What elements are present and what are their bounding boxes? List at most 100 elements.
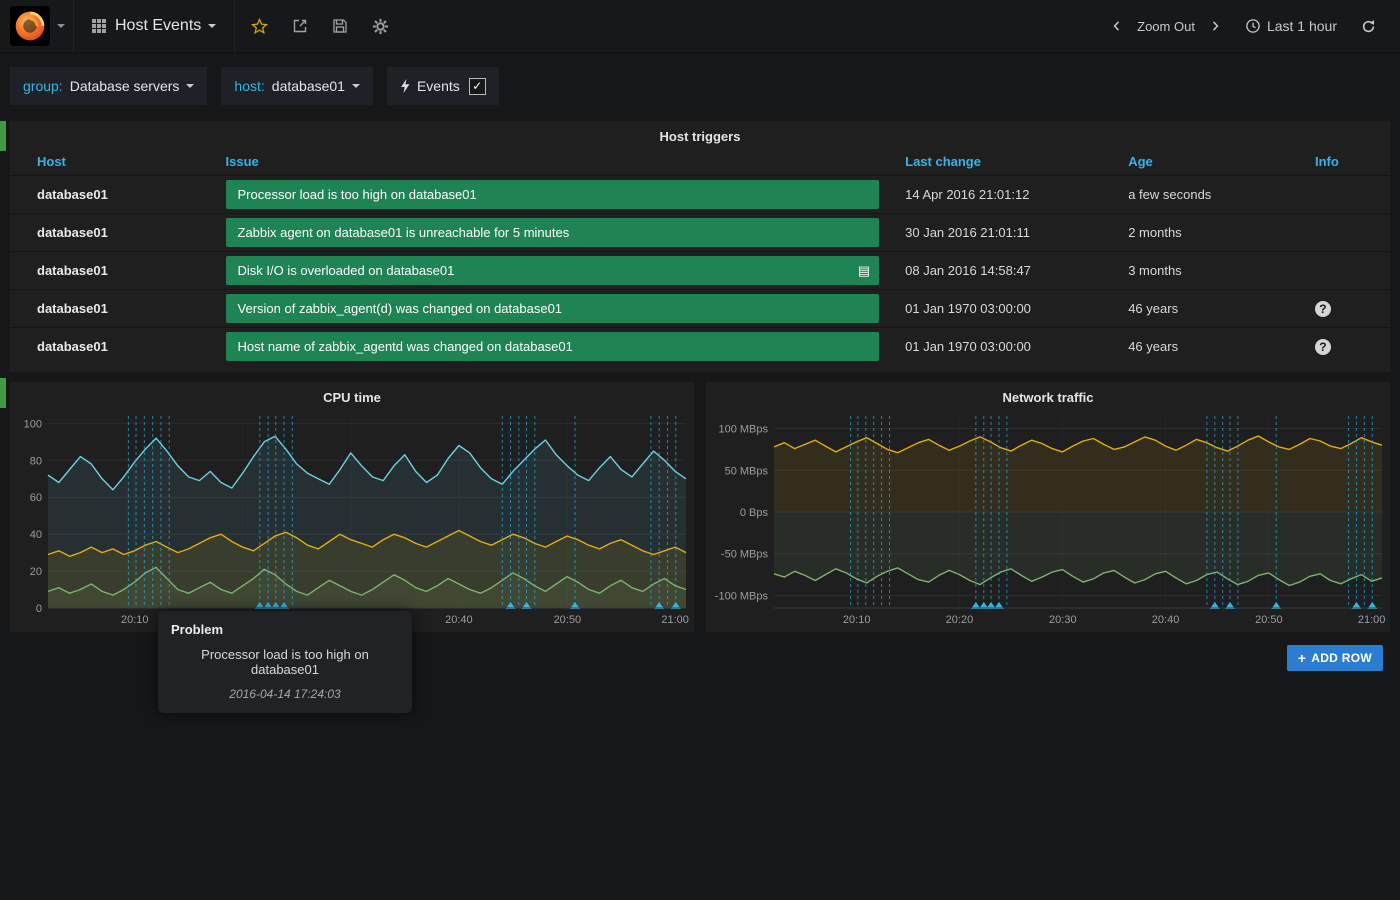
grafana-flame-icon — [13, 9, 47, 43]
last-change-cell: 14 Apr 2016 21:01:12 — [897, 176, 1120, 214]
svg-text:20:30: 20:30 — [1049, 614, 1077, 626]
issue-badge[interactable]: Host name of zabbix_agentd was changed o… — [226, 332, 880, 361]
help-icon[interactable]: ? — [1315, 339, 1331, 355]
column-header-info[interactable]: Info — [1307, 147, 1390, 176]
svg-text:20:50: 20:50 — [554, 614, 582, 626]
issue-cell: Disk I/O is overloaded on database01▤ — [218, 252, 898, 290]
host-label: host: — [234, 78, 264, 94]
time-back-button[interactable] — [1099, 0, 1135, 53]
issue-badge[interactable]: Version of zabbix_agent(d) was changed o… — [226, 294, 880, 323]
svg-text:21:00: 21:00 — [1358, 614, 1386, 626]
share-icon — [292, 18, 308, 34]
bolt-icon — [400, 79, 411, 94]
svg-text:20:40: 20:40 — [445, 614, 473, 626]
star-icon — [251, 18, 268, 35]
network-traffic-chart[interactable]: 20:1020:2020:3020:4020:5021:00100 MBps50… — [706, 408, 1390, 628]
events-checkbox[interactable]: ✓ — [469, 78, 486, 95]
last-change-cell: 08 Jan 2016 14:58:47 — [897, 252, 1120, 290]
issue-cell: Zabbix agent on database01 is unreachabl… — [218, 214, 898, 252]
tooltip-message: Processor load is too high on database01 — [171, 647, 399, 677]
svg-text:0: 0 — [36, 603, 42, 615]
time-forward-button[interactable] — [1197, 0, 1233, 53]
help-icon[interactable]: ? — [1315, 301, 1331, 317]
add-row-label: ADD ROW — [1311, 651, 1372, 665]
issue-badge[interactable]: Zabbix agent on database01 is unreachabl… — [226, 218, 880, 247]
refresh-button[interactable] — [1349, 0, 1388, 53]
issue-badge[interactable]: Disk I/O is overloaded on database01▤ — [226, 256, 880, 285]
issue-badge[interactable]: Processor load is too high on database01 — [226, 180, 880, 209]
column-header-issue[interactable]: Issue — [218, 147, 898, 176]
annotation-tooltip: Problem Processor load is too high on da… — [158, 611, 412, 713]
gear-icon — [372, 18, 389, 35]
column-header-host[interactable]: Host — [10, 147, 218, 176]
svg-text:50 MBps: 50 MBps — [725, 465, 769, 477]
row-control-handle[interactable] — [0, 378, 6, 408]
charts-row: CPU time 20:1020:2020:3020:4020:5021:000… — [10, 382, 1390, 632]
trigger-row: database01 Host name of zabbix_agentd was… — [10, 328, 1390, 366]
trigger-row: database01 Zabbix agent on database01 is … — [10, 214, 1390, 252]
settings-button[interactable] — [360, 0, 401, 53]
top-navbar: Host Events — [0, 0, 1400, 53]
submenu: group: Database servers host: database01… — [0, 53, 1400, 105]
grafana-menu-button[interactable] — [0, 0, 73, 53]
time-range-button[interactable]: Last 1 hour — [1233, 18, 1349, 34]
events-toggle[interactable]: Events ✓ — [387, 67, 499, 105]
row-control-handle[interactable] — [0, 121, 6, 151]
host-variable-dropdown[interactable]: host: database01 — [221, 67, 373, 105]
events-label: Events — [417, 78, 460, 94]
host-cell: database01 — [10, 214, 218, 252]
grafana-logo — [10, 6, 50, 46]
zoom-out-button[interactable]: Zoom Out — [1135, 19, 1197, 34]
trigger-row: database01 Processor load is too high on … — [10, 176, 1390, 214]
svg-text:40: 40 — [30, 529, 42, 541]
chevron-right-icon — [1209, 19, 1221, 33]
svg-text:21:00: 21:00 — [661, 614, 689, 626]
panel-title[interactable]: Host triggers — [10, 121, 1390, 147]
trigger-row: database01Disk I/O is overloaded on data… — [10, 252, 1390, 290]
age-cell: 46 years — [1120, 290, 1307, 328]
age-cell: 3 months — [1120, 252, 1307, 290]
svg-text:100: 100 — [24, 418, 42, 430]
age-cell: 2 months — [1120, 214, 1307, 252]
dashboard-title-button[interactable]: Host Events — [73, 0, 235, 53]
group-variable-dropdown[interactable]: group: Database servers — [10, 67, 207, 105]
svg-text:-100 MBps: -100 MBps — [715, 590, 769, 602]
caret-down-icon — [57, 24, 65, 28]
host-cell: database01 — [10, 328, 218, 366]
tooltip-title: Problem — [171, 622, 399, 637]
host-cell: database01 — [10, 290, 218, 328]
share-button[interactable] — [280, 0, 320, 53]
star-button[interactable] — [239, 0, 280, 53]
info-cell — [1307, 176, 1390, 214]
issue-cell: Host name of zabbix_agentd was changed o… — [218, 328, 898, 366]
svg-text:60: 60 — [30, 492, 42, 504]
svg-text:20:10: 20:10 — [843, 614, 871, 626]
svg-text:-50 MBps: -50 MBps — [721, 549, 769, 561]
svg-text:20:10: 20:10 — [121, 614, 149, 626]
save-button[interactable] — [320, 0, 360, 53]
column-header-age[interactable]: Age — [1120, 147, 1307, 176]
triggers-table: HostIssueLast changeAgeInfo database01 Pr… — [10, 147, 1390, 365]
dashboard-title: Host Events — [115, 17, 201, 35]
caret-down-icon — [352, 84, 360, 88]
host-value: database01 — [272, 78, 345, 94]
caret-down-icon — [208, 24, 216, 28]
info-cell — [1307, 252, 1390, 290]
add-row-button[interactable]: + ADD ROW — [1287, 645, 1383, 671]
caret-down-icon — [186, 84, 194, 88]
document-icon[interactable]: ▤ — [858, 263, 870, 279]
save-icon — [332, 18, 348, 34]
age-cell: 46 years — [1120, 328, 1307, 366]
cpu-time-chart[interactable]: 20:1020:2020:3020:4020:5021:000204060801… — [10, 408, 694, 628]
dashboard-body: Host triggers HostIssueLast changeAgeInf… — [0, 121, 1400, 671]
issue-cell: Processor load is too high on database01 — [218, 176, 898, 214]
triggers-tbody: database01 Processor load is too high on … — [10, 176, 1390, 366]
host-cell: database01 — [10, 176, 218, 214]
group-label: group: — [23, 78, 63, 94]
column-header-last-change[interactable]: Last change — [897, 147, 1120, 176]
check-icon: ✓ — [472, 79, 482, 93]
svg-text:80: 80 — [30, 455, 42, 467]
svg-text:100 MBps: 100 MBps — [718, 424, 768, 436]
panel-title[interactable]: CPU time — [10, 382, 694, 408]
panel-title[interactable]: Network traffic — [706, 382, 1390, 408]
